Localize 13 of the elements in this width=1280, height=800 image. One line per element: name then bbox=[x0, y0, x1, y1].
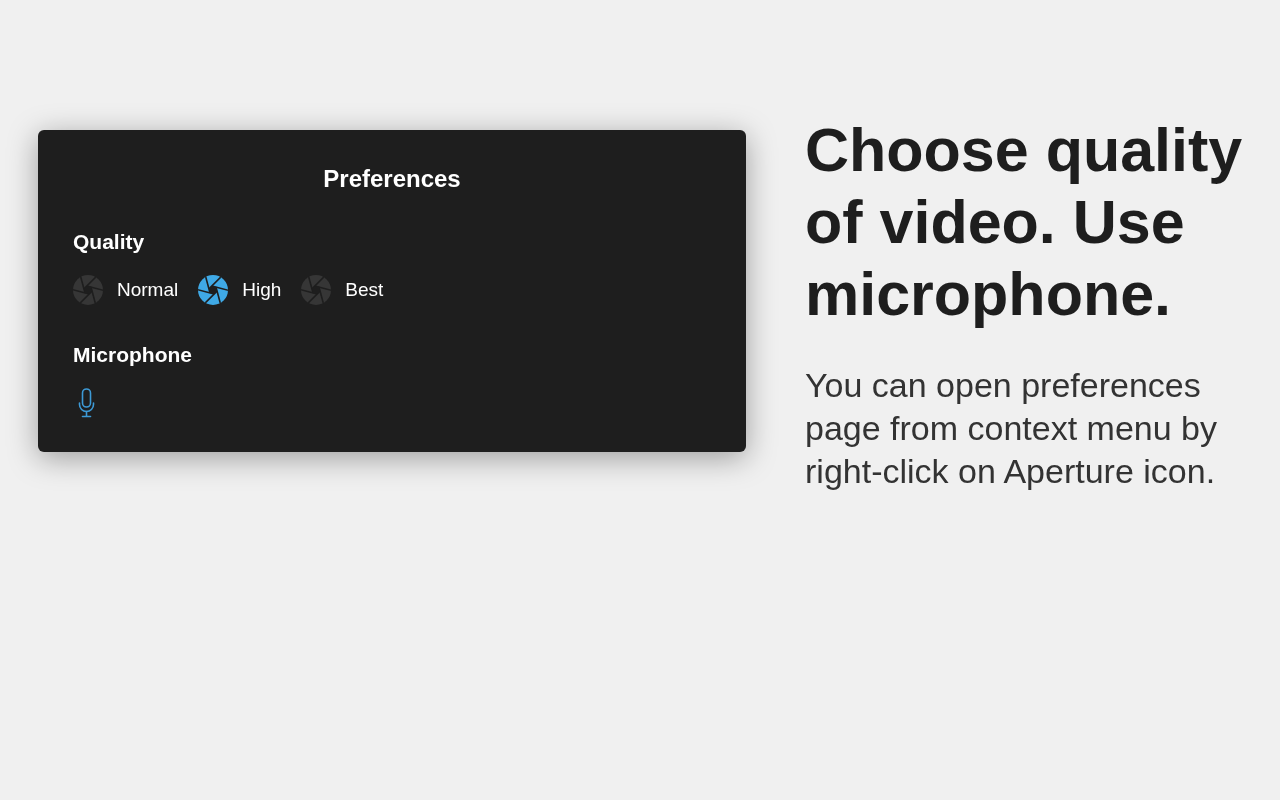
quality-option[interactable]: Normal bbox=[73, 275, 179, 305]
aperture-icon bbox=[198, 275, 229, 305]
aperture-icon bbox=[73, 275, 103, 305]
section-heading: Quality bbox=[73, 229, 145, 255]
section-heading: Microphone bbox=[73, 342, 192, 368]
quality-option[interactable]: Best bbox=[301, 275, 384, 305]
quality-option[interactable]: High bbox=[198, 275, 282, 305]
microphone-icon bbox=[77, 388, 96, 418]
description: You can open preferences page from context menu by right-click on Aperture icon. bbox=[805, 365, 1218, 492]
headline: Choose quality of video. Use microphone. bbox=[805, 115, 1244, 330]
aperture-icon bbox=[301, 275, 332, 305]
panel-title: Preferences bbox=[323, 164, 461, 194]
microphone-toggle[interactable] bbox=[77, 388, 96, 418]
